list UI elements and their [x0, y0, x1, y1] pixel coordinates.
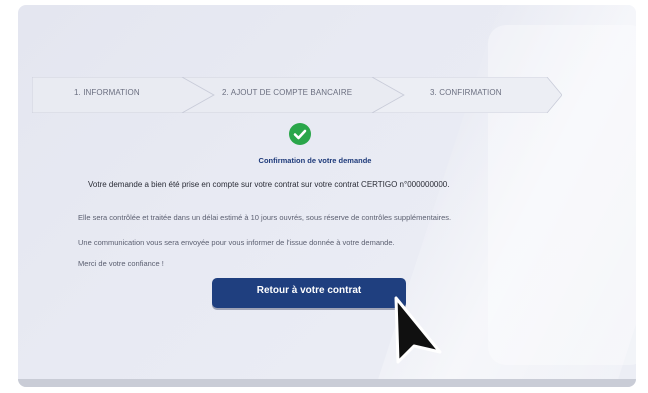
step-1-label: 1. INFORMATION [74, 88, 140, 97]
confirmation-panel [18, 5, 636, 387]
confirmation-message: Votre demande a bien été prise en compte… [88, 180, 450, 189]
detail-processing-delay: Elle sera contrôlée et traitée dans un d… [78, 213, 452, 222]
progress-stepper: 1. INFORMATION 2. AJOUT DE COMPTE BANCAI… [32, 77, 562, 113]
check-circle-icon [289, 123, 311, 145]
detail-thanks: Merci de votre confiance ! [78, 259, 164, 268]
step-3-label: 3. CONFIRMATION [430, 88, 502, 97]
back-to-contract-button[interactable]: Retour à votre contrat [212, 278, 406, 308]
confirmation-title: Confirmation de votre demande [258, 156, 372, 165]
panel-bottom-bar [18, 379, 636, 387]
detail-communication: Une communication vous sera envoyée pour… [78, 238, 395, 247]
step-2-label: 2. AJOUT DE COMPTE BANCAIRE [222, 88, 353, 97]
mouse-pointer-icon [394, 296, 442, 364]
background-panel-highlight [488, 25, 636, 365]
